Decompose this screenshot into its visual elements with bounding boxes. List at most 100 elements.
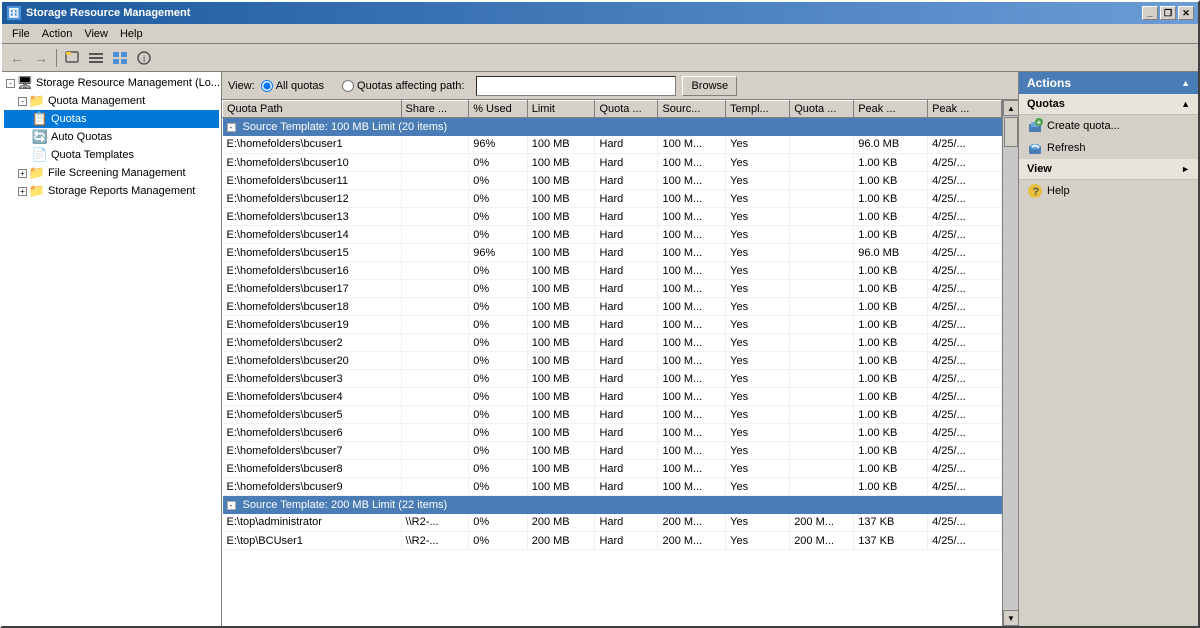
table-row[interactable]: E:\homefolders\bcuser140%100 MBHard100 M… [223, 226, 1002, 244]
table-row[interactable]: E:\homefolders\bcuser90%100 MBHard100 M.… [223, 478, 1002, 496]
table-row[interactable]: E:\homefolders\bcuser130%100 MBHard100 M… [223, 208, 1002, 226]
right-panel: View: All quotas Quotas affecting path: … [222, 72, 1018, 626]
col-quota-type[interactable]: Quota ... [595, 101, 658, 118]
radio-all-quotas[interactable]: All quotas [261, 80, 324, 92]
scroll-up-button[interactable]: ▲ [1003, 100, 1018, 116]
table-row[interactable]: E:\homefolders\bcuser180%100 MBHard100 M… [223, 298, 1002, 316]
help-icon: ? [1027, 183, 1043, 199]
actions-panel: Actions ▲ Quotas ▲ + Create quota... [1018, 72, 1198, 626]
restore-button[interactable]: ❐ [1160, 6, 1176, 20]
tree-auto-quotas-label: Auto Quotas [51, 131, 112, 143]
col-peak[interactable]: Peak ... [854, 101, 928, 118]
path-input[interactable] [476, 76, 676, 96]
table-row[interactable]: E:\homefolders\bcuser170%100 MBHard100 M… [223, 280, 1002, 298]
tree-root-expand[interactable]: - [6, 79, 15, 88]
table-row[interactable]: E:\homefolders\bcuser190%100 MBHard100 M… [223, 316, 1002, 334]
actions-section-view-arrow[interactable]: ► [1181, 164, 1190, 174]
tree-quota-mgmt-expand[interactable]: - [18, 97, 27, 106]
table-row[interactable]: E:\top\administrator\\R2-...0%200 MBHard… [223, 514, 1002, 532]
table-row[interactable]: E:\homefolders\bcuser50%100 MBHard100 M.… [223, 406, 1002, 424]
action-create-quota[interactable]: + Create quota... [1019, 115, 1198, 137]
tree-item-quota-templates[interactable]: 📄 Quota Templates [4, 146, 219, 164]
refresh-icon [1027, 140, 1043, 156]
window-controls: _ ❐ ✕ [1142, 6, 1194, 20]
toolbar-btn-4[interactable]: i [133, 47, 155, 69]
col-share[interactable]: Share ... [401, 101, 469, 118]
toolbar-btn-2[interactable] [85, 47, 107, 69]
action-help[interactable]: ? Help [1019, 180, 1198, 202]
table-row[interactable]: E:\top\BCUser1\\R2-...0%200 MBHard200 M.… [223, 532, 1002, 550]
back-button[interactable]: ← [6, 47, 28, 69]
menu-help[interactable]: Help [114, 27, 149, 41]
col-templ[interactable]: Templ... [726, 101, 790, 118]
tree-item-quotas[interactable]: 📋 Quotas [4, 110, 219, 128]
svg-text:?: ? [1033, 186, 1040, 198]
action-refresh[interactable]: Refresh [1019, 137, 1198, 159]
scroll-thumb[interactable] [1004, 117, 1018, 147]
tree-quota-templates-label: Quota Templates [51, 149, 134, 161]
tree-file-screening-label: File Screening Management [48, 167, 186, 179]
radio-path-input[interactable] [342, 80, 354, 92]
col-quota2[interactable]: Quota ... [790, 101, 854, 118]
table-row[interactable]: E:\homefolders\bcuser100%100 MBHard100 M… [223, 154, 1002, 172]
scroll-down-button[interactable]: ▼ [1003, 610, 1018, 626]
tree-storage-reports-label: Storage Reports Management [48, 185, 195, 197]
tree-storage-reports-expand[interactable]: + [18, 187, 27, 196]
tree-quotas-label: Quotas [51, 113, 86, 125]
tree-item-auto-quotas[interactable]: 🔄 Auto Quotas [4, 128, 219, 146]
tree-quota-templates-icon: 📄 [32, 147, 48, 163]
table-row[interactable]: E:\homefolders\bcuser110%100 MBHard100 M… [223, 172, 1002, 190]
vertical-scrollbar[interactable]: ▲ ▼ [1002, 100, 1018, 626]
table-row[interactable]: E:\homefolders\bcuser160%100 MBHard100 M… [223, 262, 1002, 280]
group-1-expand[interactable]: - [227, 123, 236, 132]
table-row[interactable]: E:\homefolders\bcuser40%100 MBHard100 M.… [223, 388, 1002, 406]
forward-button[interactable]: → [30, 47, 52, 69]
close-button[interactable]: ✕ [1178, 6, 1194, 20]
tree-item-file-screening[interactable]: + 📁 File Screening Management [4, 164, 219, 182]
group-2-expand[interactable]: - [227, 501, 236, 510]
radio-all-quotas-label: All quotas [276, 80, 324, 92]
browse-button[interactable]: Browse [682, 76, 737, 96]
toolbar-btn-3[interactable] [109, 47, 131, 69]
table-row[interactable]: E:\homefolders\bcuser1596%100 MBHard100 … [223, 244, 1002, 262]
menu-action[interactable]: Action [36, 27, 79, 41]
table-row[interactable]: E:\homefolders\bcuser196%100 MBHard100 M… [223, 136, 1002, 154]
app-icon: 🗄 [6, 5, 22, 21]
minimize-button[interactable]: _ [1142, 6, 1158, 20]
tree-file-screening-expand[interactable]: + [18, 169, 27, 178]
svg-text:+: + [1037, 118, 1042, 127]
actions-collapse-icon[interactable]: ▲ [1181, 78, 1190, 88]
col-quota-path[interactable]: Quota Path [223, 101, 402, 118]
tree-root[interactable]: - 🖥 Storage Resource Management (Lo... [4, 74, 219, 92]
table-row[interactable]: E:\homefolders\bcuser20%100 MBHard100 M.… [223, 334, 1002, 352]
actions-section-view: View ► [1019, 159, 1198, 180]
table-row[interactable]: E:\homefolders\bcuser60%100 MBHard100 M.… [223, 424, 1002, 442]
main-content: - 🖥 Storage Resource Management (Lo... -… [2, 72, 1198, 626]
titlebar: 🗄 Storage Resource Management _ ❐ ✕ [2, 2, 1198, 24]
scroll-track[interactable] [1003, 116, 1018, 610]
radio-quotas-affecting-path[interactable]: Quotas affecting path: [342, 80, 464, 92]
table-row[interactable]: E:\homefolders\bcuser120%100 MBHard100 M… [223, 190, 1002, 208]
actions-section-quotas-expand[interactable]: ▲ [1181, 99, 1190, 109]
table-row[interactable]: E:\homefolders\bcuser70%100 MBHard100 M.… [223, 442, 1002, 460]
menu-file[interactable]: File [6, 27, 36, 41]
col-peak2[interactable]: Peak ... [928, 101, 1002, 118]
tree-item-storage-reports[interactable]: + 📁 Storage Reports Management [4, 182, 219, 200]
table-row[interactable]: E:\homefolders\bcuser80%100 MBHard100 M.… [223, 460, 1002, 478]
col-source[interactable]: Sourc... [658, 101, 726, 118]
tree-quota-mgmt-label: Quota Management [48, 95, 145, 107]
help-label: Help [1047, 185, 1070, 197]
tree-quotas-icon: 📋 [32, 111, 48, 127]
radio-all-quotas-input[interactable] [261, 80, 273, 92]
col-pct-used[interactable]: % Used [469, 101, 528, 118]
window-title: Storage Resource Management [26, 7, 1142, 19]
table-row[interactable]: E:\homefolders\bcuser30%100 MBHard100 M.… [223, 370, 1002, 388]
menu-view[interactable]: View [78, 27, 114, 41]
toolbar-btn-1[interactable] [61, 47, 83, 69]
tree-root-icon: 🖥 [17, 75, 33, 91]
table-row[interactable]: E:\homefolders\bcuser200%100 MBHard100 M… [223, 352, 1002, 370]
col-limit[interactable]: Limit [527, 101, 595, 118]
toolbar: ← → i [2, 44, 1198, 72]
table-container[interactable]: Quota Path Share ... % Used Limit Quota … [222, 100, 1002, 626]
tree-item-quota-mgmt[interactable]: - 📁 Quota Management [4, 92, 219, 110]
